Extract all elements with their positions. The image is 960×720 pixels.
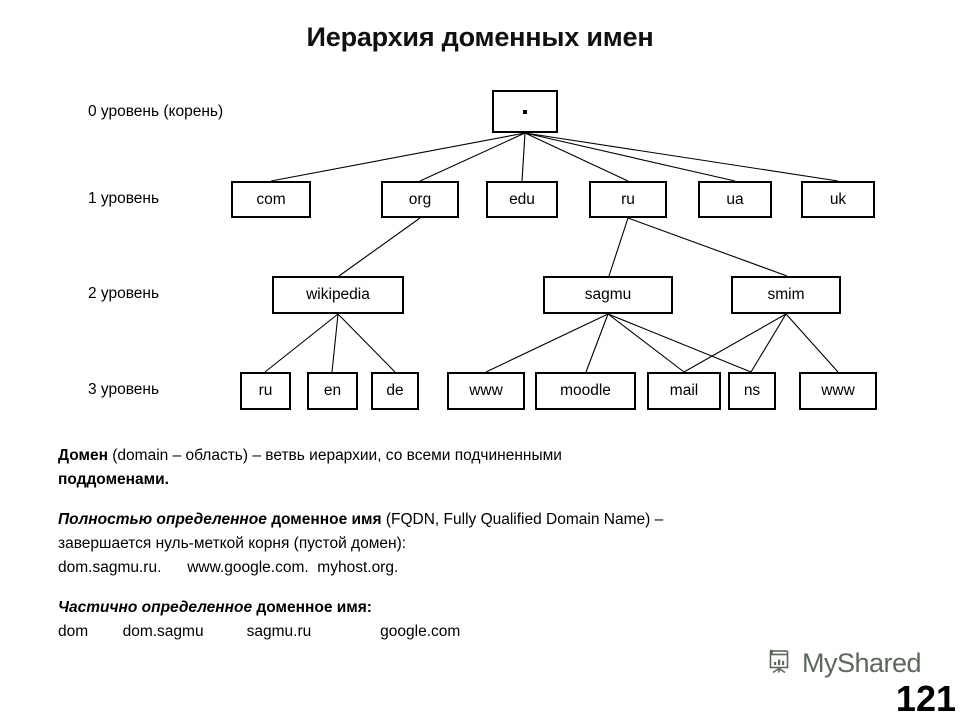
node-com[interactable]: com (231, 181, 311, 218)
presentation-chart-icon (769, 649, 789, 674)
paragraph-domain-definition: Домен (domain – область) – ветвь иерархи… (58, 444, 913, 492)
node-moodle[interactable]: moodle (535, 372, 636, 410)
diagram-edges (264, 132, 839, 373)
term-domain-tail: поддоменами. (58, 470, 169, 488)
node-uk[interactable]: uk (801, 181, 875, 218)
node-sagmu[interactable]: sagmu (543, 276, 673, 314)
term-domain-body: – ветвь иерархии, со всеми подчиненными (252, 446, 562, 464)
node-ns[interactable]: ns (728, 372, 776, 410)
level-label-1: 1 уровень (88, 190, 160, 207)
node-ru-l3[interactable]: ru (240, 372, 291, 410)
explanatory-text-block: Домен (domain – область) – ветвь иерархи… (58, 428, 913, 659)
fqdn-examples: dom.sagmu.ru. www.google.com. myhost.org… (58, 558, 399, 576)
node-smim[interactable]: smim (731, 276, 841, 314)
node-en-l3[interactable]: en (307, 372, 358, 410)
term-domain-paren: (domain – область) (107, 446, 253, 464)
partial-emphasis: Частично определенное (58, 598, 253, 616)
paragraph-partial-name: Частично определенное доменное имя: dom … (58, 596, 913, 644)
node-org[interactable]: org (381, 181, 459, 218)
level-label-2: 2 уровень (88, 285, 160, 302)
node-edu[interactable]: edu (486, 181, 558, 218)
node-ua[interactable]: ua (698, 181, 772, 218)
page-number: 121 (895, 678, 956, 719)
fqdn-emphasis: Полностью определенное (58, 510, 267, 528)
partial-examples: dom dom.sagmu sagmu.ru google.com (58, 622, 461, 640)
fqdn-line2: завершается нуль-меткой корня (пустой до… (58, 534, 407, 552)
fqdn-bold: доменное имя (266, 510, 382, 528)
term-domain: Домен (58, 446, 108, 464)
node-mail[interactable]: mail (647, 372, 721, 410)
node-root[interactable] (492, 90, 558, 133)
paragraph-fqdn: Полностью определенное доменное имя (FQD… (58, 508, 913, 580)
node-www-smim[interactable]: www (799, 372, 877, 410)
node-de-l3[interactable]: de (371, 372, 419, 410)
brand-name: MyShared (802, 647, 922, 678)
partial-bold: доменное имя (252, 598, 367, 616)
node-wikipedia[interactable]: wikipedia (272, 276, 404, 314)
level-label-0: 0 уровень (корень) (88, 103, 224, 120)
node-ru[interactable]: ru (589, 181, 667, 218)
page-title: Иерархия доменных имен (306, 22, 654, 52)
dns-hierarchy-diagram: 0 уровень (корень) 1 уровень 2 уровень 3… (0, 78, 960, 418)
footer: MyShared 121 (762, 648, 960, 720)
level-label-3: 3 уровень (88, 381, 160, 398)
partial-colon: : (366, 598, 372, 616)
root-dot-icon (523, 109, 527, 114)
node-www-sagmu[interactable]: www (447, 372, 525, 410)
fqdn-rest: (FQDN, Fully Qualified Domain Name) – (381, 510, 664, 528)
brand-logo: MyShared (766, 647, 922, 678)
